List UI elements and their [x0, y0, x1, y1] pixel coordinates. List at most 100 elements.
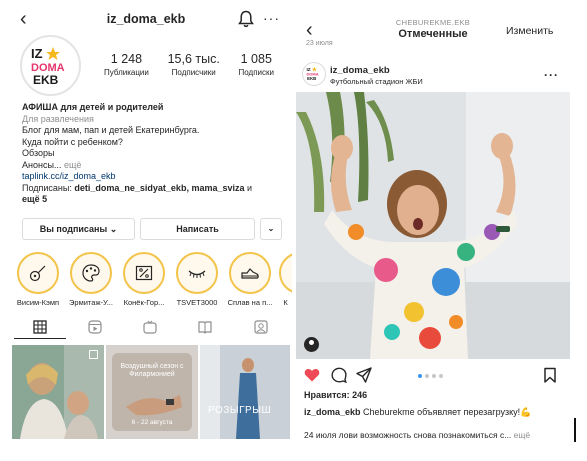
svg-text:EKB: EKB — [307, 76, 316, 81]
sneaker-icon — [241, 268, 259, 279]
grid-post-2[interactable]: Воздушный сезон с Филармонией 6 - 22 авг… — [106, 345, 198, 439]
profile-stats: 1 248 Публикации 15,6 тыс. Подписчики 1 … — [104, 52, 274, 84]
svg-text:EKB: EKB — [33, 73, 59, 87]
text-cursor — [574, 418, 576, 442]
highlight-caption: Висим-Кэмп — [16, 298, 60, 307]
post-caption: iz_doma_ekb Cheburekme объявляет перезаг… — [304, 406, 564, 418]
iz-doma-ekb-logo-icon: IZ DOMA EKB — [27, 42, 74, 89]
highlight-item[interactable]: Сплав на п... — [226, 252, 274, 307]
message-button[interactable]: Написать — [140, 218, 255, 240]
iz-doma-ekb-logo-icon: IZ DOMA EKB — [306, 67, 318, 81]
grid-post-3[interactable]: РОЗЫГРЫШ — [200, 345, 290, 439]
highlight-ring — [70, 252, 112, 294]
highlight-item[interactable]: К — [279, 252, 292, 307]
highlight-item[interactable]: Конёк-Гор... — [120, 252, 168, 307]
followed-by-prefix: Подписаны: — [22, 182, 72, 193]
post-header: IZ DOMA EKB iz_doma_ekb Футбольный стади… — [296, 60, 570, 92]
bio-line-3: Обзоры — [22, 148, 55, 158]
followed-by-more: ещё 5 — [22, 194, 48, 204]
followed-by[interactable]: Подписаны: deti_doma_ne_sidyat_ekb, mama… — [22, 183, 272, 206]
posts-count-value: 1 248 — [110, 52, 143, 66]
svg-text:IZ: IZ — [31, 46, 43, 61]
palette-icon — [82, 264, 100, 282]
carousel-dot — [425, 374, 429, 378]
carousel-dots — [418, 374, 458, 380]
share-icon[interactable] — [356, 367, 372, 383]
svg-text:DOMA: DOMA — [306, 71, 318, 76]
guitar-icon — [29, 265, 46, 282]
posts-count-label: Публикации — [104, 68, 149, 77]
bio-name: АФИША для детей и родителей — [22, 102, 164, 112]
photo-woman-colorful-dress — [296, 92, 570, 359]
post-comment: 24 июля лови возможность снова познакоми… — [304, 430, 564, 441]
posts-grid: Воздушный сезон с Филармонией 6 - 22 авг… — [12, 345, 290, 439]
chevron-down-icon: ⌄ — [267, 224, 275, 233]
highlight-caption: Эрмитаж-У... — [69, 298, 113, 307]
bell-icon[interactable] — [238, 10, 254, 28]
followers-count-value: 15,6 тыс. — [167, 52, 220, 66]
bio-more-link[interactable]: ещё — [64, 160, 81, 170]
guides-icon[interactable] — [198, 320, 212, 334]
profile-bio: АФИША для детей и родителей Для развлече… — [22, 102, 272, 206]
post-2-date: 6 - 22 августа — [131, 419, 173, 426]
bio-line-2: Куда пойти с ребенком? — [22, 136, 123, 147]
chevron-down-icon: ⌄ — [109, 224, 118, 234]
profile-screen: ‹ iz_doma_ekb ··· IZ DOMA EKB 1 248 Публ… — [0, 0, 292, 461]
highlight-ring — [176, 252, 218, 294]
comment-text: 24 июля лови возможность снова познакоми… — [304, 430, 512, 440]
tagged-post-screen: ‹ CHEBUREKME.EKB Отмеченные Изменить 23 … — [296, 0, 570, 461]
heart-icon[interactable] — [304, 367, 320, 383]
post-3-title: РОЗЫГРЫШ — [208, 405, 272, 416]
carousel-indicator-icon — [89, 350, 98, 359]
story-highlights: Висим-Кэмп Эрмитаж-У... Конёк-Гор... TSV… — [14, 252, 292, 310]
post-photo-mother-child — [12, 345, 104, 439]
more-options-icon[interactable]: ··· — [544, 68, 559, 82]
tagged-icon[interactable] — [254, 320, 268, 334]
post-actions — [296, 364, 570, 388]
bookmark-icon[interactable] — [542, 367, 558, 383]
previous-post-date: 23 июля — [306, 40, 333, 47]
following-button[interactable]: Вы подписаны ⌄ — [22, 218, 135, 240]
bio-link[interactable]: taplink.cc/iz_doma_ekb — [22, 171, 272, 183]
post-location[interactable]: Футбольный стадион ЖБИ — [330, 77, 423, 86]
followed-by-names: deti_doma_ne_sidyat_ekb, mama_sviza — [74, 182, 245, 193]
highlight-item[interactable]: TSVET3000 — [173, 252, 221, 307]
post-author-username[interactable]: iz_doma_ekb — [330, 65, 390, 76]
following-count[interactable]: 1 085 Подписки — [239, 52, 274, 84]
post-photo[interactable] — [296, 92, 570, 359]
highlight-caption: TSVET3000 — [176, 298, 218, 307]
tagged-header: ‹ CHEBUREKME.EKB Отмеченные Изменить — [296, 18, 570, 44]
post-author-avatar[interactable]: IZ DOMA EKB — [302, 62, 326, 86]
bio-line-1: Блог для мам, пап и детей Екатеринбурга. — [22, 125, 200, 135]
following-count-label: Подписки — [238, 68, 274, 77]
followers-count[interactable]: 15,6 тыс. Подписчики — [168, 52, 220, 84]
reels-icon[interactable] — [88, 320, 102, 334]
posts-count[interactable]: 1 248 Публикации — [104, 52, 149, 84]
highlight-item[interactable]: Эрмитаж-У... — [67, 252, 115, 307]
highlight-item[interactable]: Висим-Кэмп — [14, 252, 62, 307]
grid-icon[interactable] — [33, 320, 47, 334]
following-count-value: 1 085 — [240, 52, 272, 66]
likes-count[interactable]: Нравится: 246 — [304, 390, 367, 400]
highlight-ring — [17, 252, 59, 294]
highlight-ring — [229, 252, 271, 294]
discount-icon — [135, 265, 153, 281]
tagged-people-icon[interactable] — [304, 337, 319, 352]
grid-post-1[interactable] — [12, 345, 104, 439]
more-options-icon[interactable]: ··· — [263, 11, 280, 25]
comment-more-link[interactable]: ещё — [514, 430, 530, 440]
caption-username[interactable]: iz_doma_ekb — [304, 407, 361, 417]
bio-line-4-text: Анонсы... — [22, 159, 62, 170]
profile-avatar[interactable]: IZ DOMA EKB — [20, 35, 81, 96]
edit-button[interactable]: Изменить — [506, 25, 553, 37]
highlight-caption: Сплав на п... — [227, 298, 273, 307]
highlight-caption: К — [283, 298, 288, 307]
igtv-icon[interactable] — [143, 320, 157, 334]
highlight-ring — [123, 252, 165, 294]
comment-icon[interactable] — [331, 367, 347, 383]
carousel-dot — [418, 374, 422, 378]
highlight-ring — [279, 252, 292, 294]
suggested-dropdown-button[interactable]: ⌄ — [260, 218, 282, 240]
carousel-dot — [432, 374, 436, 378]
highlight-caption: Конёк-Гор... — [123, 298, 165, 307]
